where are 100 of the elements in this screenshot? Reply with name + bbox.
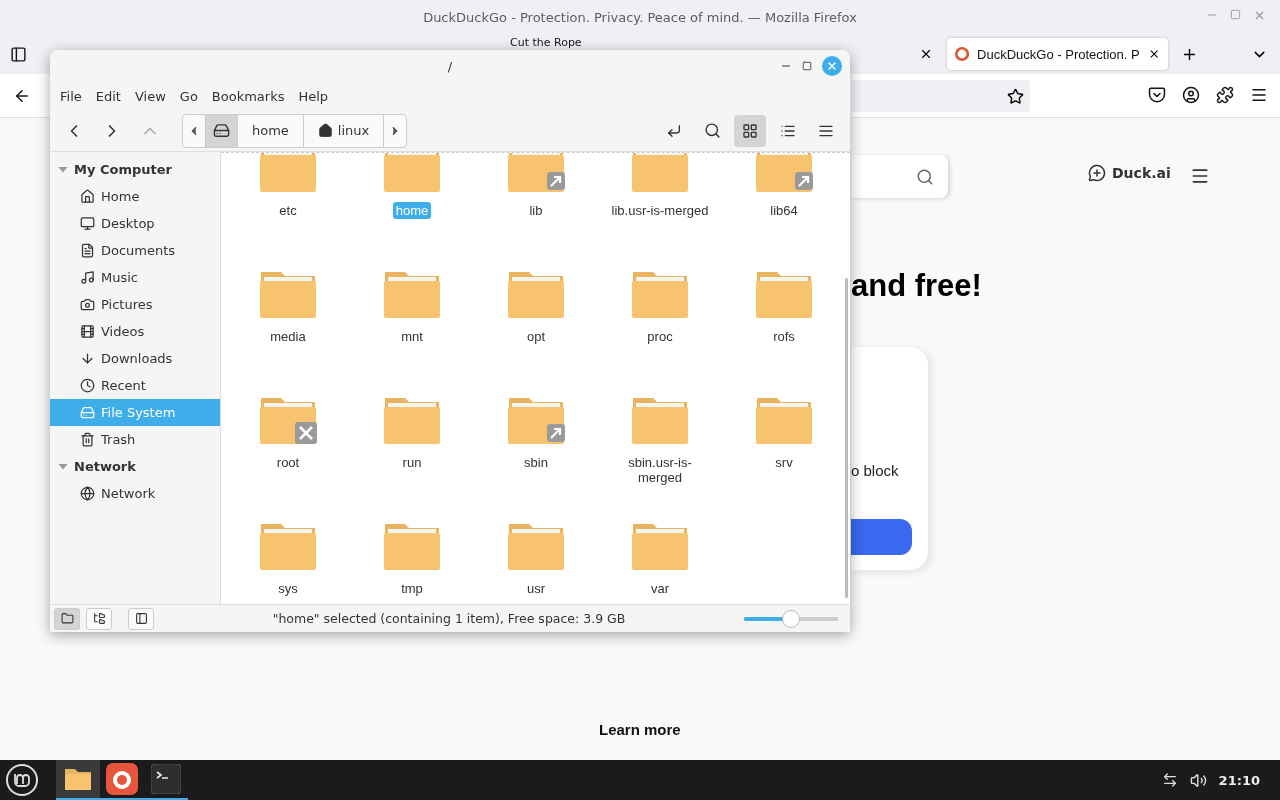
sidebar-toggle-button[interactable] xyxy=(128,607,154,630)
mint-logo-icon[interactable] xyxy=(6,764,38,796)
home-icon xyxy=(80,189,95,204)
path-button[interactable]: home xyxy=(237,114,303,147)
network-icon[interactable] xyxy=(1161,772,1178,788)
globe-icon xyxy=(80,486,95,501)
heading: and free! xyxy=(851,268,982,304)
drive-icon xyxy=(213,122,230,139)
window-title: DuckDuckGo - Protection. Privacy. Peace of mind. — Mozilla Firefox xyxy=(423,9,857,25)
browser-tab[interactable]: Cut the Rope xyxy=(510,36,582,49)
file-name[interactable]: proc xyxy=(644,328,676,345)
menu-item[interactable]: Help xyxy=(291,84,336,108)
pocket-icon[interactable] xyxy=(1148,86,1166,104)
grid-icon xyxy=(742,122,758,139)
search-icon xyxy=(703,122,721,139)
tree-button[interactable] xyxy=(86,607,112,630)
file-name[interactable]: srv xyxy=(772,454,796,471)
card-text: o block xyxy=(851,462,899,479)
sidebar-item[interactable]: Trash xyxy=(50,426,220,453)
duck-ai-link[interactable]: Duck.ai xyxy=(1088,164,1171,182)
action-button[interactable] xyxy=(851,519,912,555)
terminal-icon xyxy=(151,764,181,794)
path-button[interactable] xyxy=(205,114,237,147)
file-name[interactable]: sbin xyxy=(521,454,551,471)
taskbar-app[interactable] xyxy=(100,760,144,800)
file-name[interactable]: media xyxy=(267,328,309,345)
file-name[interactable]: root xyxy=(273,454,303,471)
maximize-icon[interactable] xyxy=(802,61,812,71)
clock[interactable]: 21:10 xyxy=(1218,772,1260,788)
window-title: / xyxy=(447,58,453,74)
file-name[interactable]: lib xyxy=(526,202,546,219)
menu-item[interactable]: Go xyxy=(172,84,205,108)
menu-item[interactable]: File xyxy=(53,84,89,108)
sidebar-item[interactable]: Desktop xyxy=(50,210,220,237)
file-name[interactable]: sys xyxy=(275,580,301,597)
search-field[interactable] xyxy=(851,155,948,198)
menu-item[interactable]: Edit xyxy=(88,84,128,108)
sidebar-item[interactable]: Music xyxy=(50,264,220,291)
scrollbar[interactable] xyxy=(845,278,848,598)
file-name[interactable]: etc xyxy=(276,202,300,219)
drive-icon xyxy=(80,405,95,420)
close-tab-icon[interactable] xyxy=(919,47,933,61)
return-arrow-icon xyxy=(666,122,682,139)
home-icon xyxy=(317,123,333,138)
new-tab-icon[interactable] xyxy=(1181,46,1198,63)
sidebar-item[interactable]: Downloads xyxy=(50,345,220,372)
document-icon xyxy=(80,243,95,258)
sidebar-item[interactable]: Pictures xyxy=(50,291,220,318)
file-name[interactable]: usr xyxy=(523,580,549,597)
file-name[interactable]: lib.usr-is-merged xyxy=(608,202,712,219)
down-arrow-icon xyxy=(80,351,95,366)
sidebar-section[interactable]: My Computer xyxy=(50,156,220,183)
file-name[interactable]: sbin.usr-is-merged xyxy=(606,454,714,486)
chat-icon xyxy=(1088,164,1106,182)
file-name[interactable]: rofs xyxy=(770,328,798,345)
file-name[interactable]: tmp xyxy=(398,580,426,597)
sidebar-item[interactable]: Recent xyxy=(50,372,220,399)
browser-tab[interactable]: DuckDuckGo - Protection. P xyxy=(947,38,1168,70)
file-name[interactable]: lib64 xyxy=(767,202,801,219)
path-button[interactable]: linux xyxy=(302,114,384,147)
search-icon xyxy=(916,167,934,186)
expander-icon xyxy=(58,463,68,470)
firefox-icon xyxy=(106,763,138,795)
tab-list-icon[interactable] xyxy=(10,45,27,63)
sidebar-section[interactable]: Network xyxy=(50,453,220,480)
sidebar-item[interactable]: Network xyxy=(50,480,220,507)
places-button[interactable] xyxy=(54,607,80,630)
folder-icon xyxy=(64,767,92,791)
file-name[interactable]: var xyxy=(647,580,673,597)
sidebar-item[interactable]: Documents xyxy=(50,237,220,264)
panel-icon xyxy=(134,612,148,625)
menu-item[interactable]: View xyxy=(127,84,173,108)
film-icon xyxy=(80,324,95,339)
expander-icon xyxy=(58,166,68,173)
taskbar-app[interactable] xyxy=(56,760,100,800)
sidebar-item[interactable]: Videos xyxy=(50,318,220,345)
camera-icon xyxy=(80,297,95,312)
menu-icon[interactable] xyxy=(1250,86,1268,104)
icon-view-button[interactable] xyxy=(734,114,766,147)
volume-icon[interactable] xyxy=(1189,771,1207,789)
trash-icon xyxy=(80,432,95,447)
close-icon xyxy=(826,60,838,72)
duck-logo-icon xyxy=(955,46,970,62)
monitor-icon xyxy=(80,216,95,231)
music-note-icon xyxy=(80,270,95,285)
menu-item[interactable]: Bookmarks xyxy=(204,84,292,108)
file-name[interactable]: run xyxy=(399,454,425,471)
account-icon[interactable] xyxy=(1182,86,1200,104)
puzzle-icon[interactable] xyxy=(1216,86,1234,104)
tree-icon xyxy=(92,612,106,625)
status-text: "home" selected (containing 1 item), Free space: 3.9 GB xyxy=(271,611,627,626)
menu-icon[interactable] xyxy=(1190,166,1210,186)
clock-icon xyxy=(80,378,95,393)
zoom-thumb[interactable] xyxy=(782,609,800,628)
folder-icon xyxy=(60,612,74,625)
file-name[interactable]: opt xyxy=(523,328,549,345)
learn-more-link[interactable]: Learn more xyxy=(599,721,681,738)
sidebar-item[interactable]: Home xyxy=(50,183,220,210)
file-name[interactable]: mnt xyxy=(398,328,426,345)
star-icon[interactable] xyxy=(1007,87,1024,105)
